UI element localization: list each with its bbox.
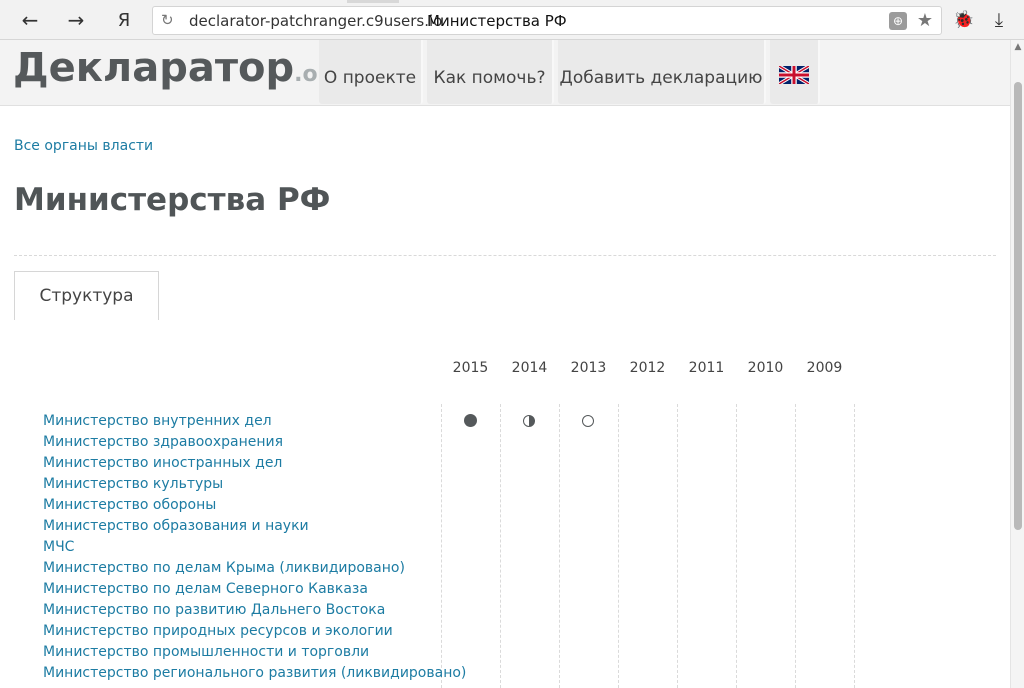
column-divider [677,404,678,688]
org-link[interactable]: Министерство здравоохранения [43,434,283,450]
year-2009: 2009 [806,360,843,376]
year-2014: 2014 [511,360,548,376]
menu-help[interactable]: Как помочь? [427,40,554,104]
column-divider [854,404,855,688]
forward-button[interactable]: → [62,6,90,34]
column-divider [559,404,560,688]
divider [14,255,996,256]
org-link[interactable]: Министерство обороны [43,497,216,513]
org-link[interactable]: Министерство промышленности и торговли [43,644,369,660]
year-2013: 2013 [570,360,607,376]
uk-flag-icon [779,66,809,84]
column-divider [795,404,796,688]
column-divider [736,404,737,688]
tab-structure-label: Структура [39,286,134,306]
breadcrumb-all-authorities[interactable]: Все органы власти [14,138,153,154]
year-2010: 2010 [747,360,784,376]
language-switch[interactable] [770,40,820,104]
yandex-icon: Я [117,9,131,31]
address-bar[interactable]: ↻ declarator-patchranger.c9users.io Мини… [152,6,942,35]
year-2015: 2015 [452,360,489,376]
menu-add-declaration-label: Добавить декларацию [559,68,763,88]
star-icon[interactable]: ★ [917,10,933,31]
download-button[interactable]: ⤓ [985,6,1013,34]
tab-loading-indicator [347,0,399,3]
ladybug-icon: 🐞 [953,10,975,30]
site-logo[interactable]: Декларатор.org [13,45,344,91]
menu-about[interactable]: О проекте [319,40,423,104]
org-link[interactable]: Министерство регионального развития (лик… [43,665,466,681]
menu-help-label: Как помочь? [433,68,546,88]
org-link[interactable]: Министерство культуры [43,476,223,492]
logo-text: Декларатор [13,45,295,91]
status-empty-icon[interactable] [582,415,594,427]
scroll-up-icon[interactable]: ▲ [1011,42,1024,52]
status-half-icon[interactable] [523,415,535,427]
menu-about-label: О проекте [323,68,417,88]
year-2012: 2012 [629,360,666,376]
menu-add-declaration[interactable]: Добавить декларацию [558,40,766,104]
url-page-title: Министерства РФ [427,12,567,30]
download-icon: ⤓ [994,9,1004,31]
status-full-icon[interactable] [464,414,477,427]
yandex-button[interactable]: Я [110,6,138,34]
page-title: Министерства РФ [14,182,331,218]
column-divider [500,404,501,688]
globe-icon[interactable]: ⊕ [889,12,907,30]
column-divider [441,404,442,688]
back-arrow-icon: ← [21,8,39,32]
org-link[interactable]: Министерство внутренних дел [43,413,272,429]
org-link[interactable]: Министерство по делам Крыма (ликвидирова… [43,560,405,576]
org-link[interactable]: Министерство образования и науки [43,518,309,534]
scroll-thumb[interactable] [1014,82,1022,530]
tab-structure[interactable]: Структура [14,271,159,320]
column-divider [618,404,619,688]
org-link[interactable]: Министерство природных ресурсов и эколог… [43,623,393,639]
back-button[interactable]: ← [16,6,44,34]
year-2011: 2011 [688,360,725,376]
page-scrollbar[interactable]: ▲ [1010,40,1024,688]
org-link[interactable]: Министерство по делам Северного Кавказа [43,581,368,597]
org-link[interactable]: Министерство по развитию Дальнего Восток… [43,602,385,618]
extension-button[interactable]: 🐞 [950,6,978,34]
browser-toolbar: ← → Я ↻ declarator-patchranger.c9users.i… [0,0,1024,40]
org-link[interactable]: МЧС [43,539,74,555]
forward-arrow-icon: → [67,8,85,32]
url-domain: declarator-patchranger.c9users.io [189,12,443,30]
site-header: Декларатор.org О проекте Как помочь? Доб… [0,40,1010,106]
org-link[interactable]: Министерство иностранных дел [43,455,282,471]
reload-icon[interactable]: ↻ [161,11,174,29]
